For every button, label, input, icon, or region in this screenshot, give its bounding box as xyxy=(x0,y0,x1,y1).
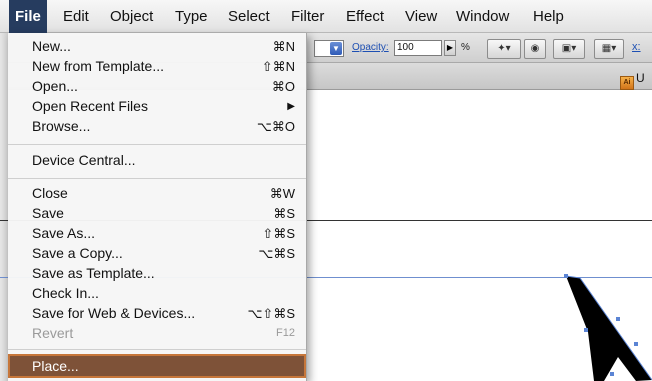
isolate-group-icon[interactable]: ◉ xyxy=(524,39,546,59)
x-coordinate-label[interactable]: x: xyxy=(632,41,641,53)
artwork-shape[interactable] xyxy=(540,262,652,381)
menu-item-label: New from Template... xyxy=(32,58,165,74)
menu-item-open-recent[interactable]: Open Recent Files ▶ xyxy=(8,97,306,116)
menu-help[interactable]: Help xyxy=(527,0,570,33)
shortcut-label: ⌘W xyxy=(269,186,295,201)
file-menu-dropdown: New... ⌘N New from Template... ⇧⌘N Open.… xyxy=(8,33,307,381)
percent-label: % xyxy=(461,42,470,53)
menu-item-save-for-web[interactable]: Save for Web & Devices... ⌥⇧⌘S xyxy=(8,304,306,323)
menu-item-label: Revert xyxy=(32,325,74,341)
menu-item-label: Device Central... xyxy=(32,152,136,168)
document-tab[interactable]: Ai U xyxy=(620,68,652,90)
menu-view[interactable]: View xyxy=(399,0,443,33)
menu-object[interactable]: Object xyxy=(104,0,159,33)
menu-item-label: Save a Copy... xyxy=(32,245,123,261)
chevron-down-icon: ▼ xyxy=(330,42,342,55)
submenu-arrow-icon: ▶ xyxy=(287,101,295,112)
shortcut-label: ⌘O xyxy=(271,79,295,94)
tools-panel-edge xyxy=(0,33,8,381)
opacity-input[interactable]: 100 xyxy=(394,40,442,56)
menu-item-save-as-template[interactable]: Save as Template... xyxy=(8,264,306,283)
menu-item-place[interactable]: Place... xyxy=(8,354,306,378)
shortcut-label: ⌥⇧⌘S xyxy=(247,306,295,321)
menu-item-save-as[interactable]: Save As... ⇧⌘S xyxy=(8,224,306,243)
menu-item-save[interactable]: Save ⌘S xyxy=(8,204,306,223)
menu-edit[interactable]: Edit xyxy=(57,0,95,33)
shortcut-label: ⇧⌘S xyxy=(262,226,295,241)
menu-item-new[interactable]: New... ⌘N xyxy=(8,37,306,56)
menu-item-label: Save as Template... xyxy=(32,265,155,281)
menu-item-check-in[interactable]: Check In... xyxy=(8,284,306,303)
menu-filter[interactable]: Filter xyxy=(285,0,330,33)
shortcut-label: F12 xyxy=(276,327,295,339)
menu-item-new-from-template[interactable]: New from Template... ⇧⌘N xyxy=(8,57,306,76)
menu-item-label: Save As... xyxy=(32,225,96,241)
menu-item-label: New... xyxy=(32,38,71,54)
menu-item-label: Browse... xyxy=(32,118,91,134)
menu-item-label: Save xyxy=(32,205,64,221)
shortcut-label: ⌘S xyxy=(273,206,295,221)
menu-bar: File Edit Object Type Select Filter Effe… xyxy=(0,0,652,33)
menu-item-browse[interactable]: Browse... ⌥⌘O xyxy=(8,117,306,136)
menu-item-label: Open... xyxy=(32,78,78,94)
opacity-stepper[interactable]: ▶ xyxy=(444,40,456,56)
document-tab-label: U xyxy=(636,71,645,85)
illustrator-file-icon: Ai xyxy=(620,76,634,90)
menu-separator xyxy=(8,349,306,350)
menu-effect[interactable]: Effect xyxy=(340,0,390,33)
shortcut-label: ⇧⌘N xyxy=(261,59,295,74)
menu-separator xyxy=(8,144,306,145)
style-dropdown[interactable]: ▼ xyxy=(314,40,344,57)
menu-separator xyxy=(8,178,306,179)
opacity-label[interactable]: Opacity: xyxy=(352,42,389,53)
shortcut-label: ⌥⌘O xyxy=(256,119,295,134)
menu-item-label: Place... xyxy=(32,358,79,374)
menu-item-label: Save for Web & Devices... xyxy=(32,305,196,321)
menu-select[interactable]: Select xyxy=(222,0,276,33)
transform-grid-icon[interactable]: ▦▾ xyxy=(594,39,624,59)
menu-item-label: Close xyxy=(32,185,68,201)
align-button[interactable]: ▣▾ xyxy=(553,39,585,59)
menu-item-save-a-copy[interactable]: Save a Copy... ⌥⌘S xyxy=(8,244,306,263)
menu-file[interactable]: File xyxy=(9,0,47,33)
menu-type[interactable]: Type xyxy=(169,0,214,33)
menu-item-label: Open Recent Files xyxy=(32,98,148,114)
menu-window[interactable]: Window xyxy=(450,0,515,33)
shortcut-label: ⌘N xyxy=(272,39,295,54)
menu-item-revert: Revert F12 xyxy=(8,324,306,343)
menu-item-label: Check In... xyxy=(32,285,99,301)
menu-item-open[interactable]: Open... ⌘O xyxy=(8,77,306,96)
recolor-artwork-button[interactable]: ✦▾ xyxy=(487,39,521,59)
shortcut-label: ⌥⌘S xyxy=(258,246,295,261)
menu-item-close[interactable]: Close ⌘W xyxy=(8,184,306,203)
menu-item-device-central[interactable]: Device Central... xyxy=(8,151,306,170)
